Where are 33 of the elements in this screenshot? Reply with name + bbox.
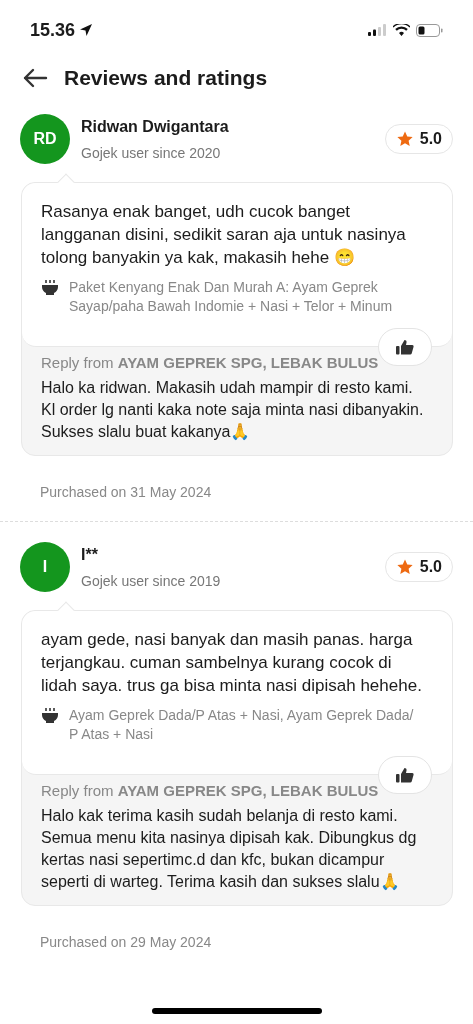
thumbs-up-icon: [396, 339, 414, 355]
star-icon: [395, 558, 414, 576]
rating-value: 5.0: [419, 129, 442, 149]
reply-label: Reply from AYAM GEPREK SPG, LEBAK BULUS: [41, 781, 380, 801]
star-icon: [395, 130, 414, 148]
review-text: Rasanya enak banget, udh cucok banget langganan disini, sedikit saran aja untuk nasinya tolong banyakin ya kak, makasih hehe 😁: [41, 201, 407, 269]
reply-text: Halo ka ridwan. Makasih udah mampir di resto kami. Kl order lg nanti kaka note saja minta nasi dibanyakin. Sukses slalu buat kakanya🙏: [41, 378, 425, 442]
member-since: Gojek user since 2019: [81, 572, 222, 591]
bowl-icon: [41, 279, 59, 297]
reviewer-name: I**: [81, 545, 99, 565]
review-text: ayam gede, nasi banyak dan masih panas. harga terjangkau. cuman sambelnya kurang cocok di lidah saya. trus ga bisa minta nasi dipisah hehehe.: [41, 629, 422, 697]
wifi-icon: [393, 24, 410, 36]
purchase-date: Purchased on 31 May 2024: [40, 483, 213, 502]
reply-label: Reply from AYAM GEPREK SPG, LEBAK BULUS: [41, 353, 380, 373]
status-time: 15.36: [30, 18, 76, 42]
reviewer-name: Ridwan Dwigantara: [81, 117, 230, 137]
page-title: Reviews and ratings: [64, 65, 268, 92]
purchase-date: Purchased on 29 May 2024: [40, 933, 213, 952]
like-button[interactable]: [378, 756, 432, 794]
ordered-items: Paket Kenyang Enak Dan Murah A: Ayam Geprek Sayap/paha Bawah Indomie + Nasi + Telor + Minum: [69, 278, 394, 316]
battery-icon: [416, 23, 443, 37]
bowl-icon: [41, 707, 59, 725]
rating-value: 5.0: [419, 557, 442, 577]
thumbs-up-icon: [396, 767, 414, 783]
member-since: Gojek user since 2020: [81, 144, 222, 163]
avatar: RD: [20, 114, 70, 164]
like-button[interactable]: [378, 328, 432, 366]
reply-text: Halo kak terima kasih sudah belanja di resto kami. Semua menu kita nasinya dipisah kak. Dibungkus dg kertas nasi sepertimc.d dan kfc, bukan dicampur seperti di warteg. Terima kasih dan sukses slalu🙏: [41, 806, 418, 892]
location-arrow-icon: [79, 23, 94, 37]
back-arrow-icon[interactable]: [22, 68, 48, 88]
avatar: I: [20, 542, 70, 592]
ordered-items: Ayam Geprek Dada/P Atas + Nasi, Ayam Geprek Dada/ P Atas + Nasi: [69, 706, 415, 744]
signal-icon: [368, 24, 387, 36]
